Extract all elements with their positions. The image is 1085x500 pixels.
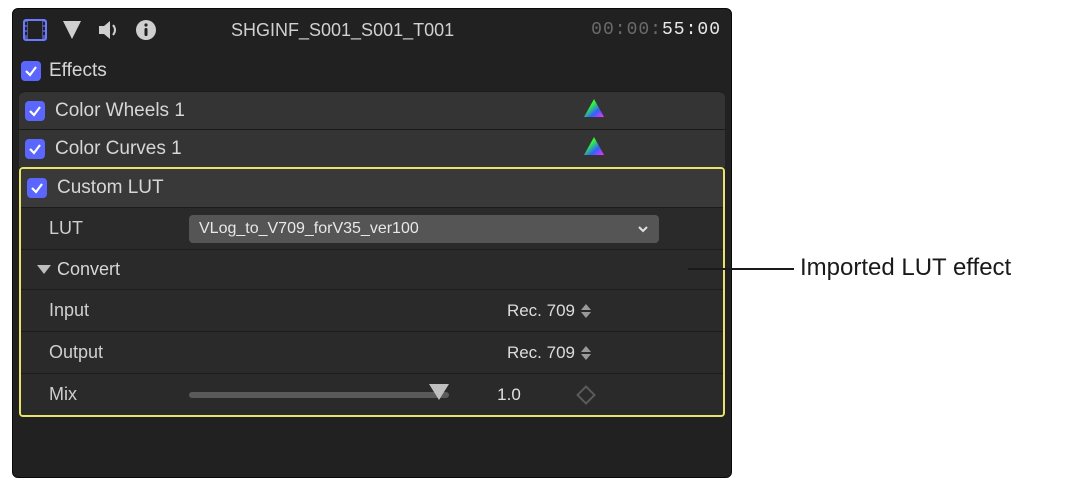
mix-value[interactable]: 1.0 bbox=[479, 385, 539, 405]
timecode: 00:00:55:00 bbox=[591, 20, 721, 40]
effect-enable-checkbox[interactable] bbox=[27, 178, 47, 198]
effect-enable-checkbox[interactable] bbox=[25, 101, 45, 121]
effect-row-color-wheels[interactable]: Color Wheels 1 bbox=[19, 91, 725, 129]
effects-enable-checkbox[interactable] bbox=[21, 61, 41, 81]
lut-select[interactable]: VLog_to_V709_forV35_ver100 bbox=[189, 215, 659, 243]
callout-text: Imported LUT effect bbox=[800, 254, 1011, 282]
info-icon[interactable] bbox=[135, 19, 157, 41]
keyframe-icon[interactable] bbox=[576, 385, 596, 405]
effect-enable-checkbox[interactable] bbox=[25, 139, 45, 159]
inspector-panel: SHGINF_S001_S001_T001 00:00:55:00 Effect… bbox=[12, 8, 732, 478]
effects-section-header: Effects bbox=[13, 51, 731, 91]
clip-name: SHGINF_S001_S001_T001 bbox=[231, 20, 454, 41]
lut-param-row: LUT VLog_to_V709_forV35_ver100 bbox=[21, 207, 723, 249]
input-value: Rec. 709 bbox=[507, 301, 575, 321]
callout-line bbox=[688, 268, 794, 270]
output-value-popup[interactable]: Rec. 709 bbox=[507, 343, 591, 363]
output-value: Rec. 709 bbox=[507, 343, 575, 363]
mix-label: Mix bbox=[49, 384, 189, 405]
lut-label: LUT bbox=[49, 218, 189, 239]
color-triangle-icon[interactable] bbox=[583, 136, 605, 161]
custom-lut-title: Custom LUT bbox=[57, 177, 164, 199]
stepper-icon bbox=[581, 346, 591, 360]
input-param-row: Input Rec. 709 bbox=[21, 289, 723, 331]
inspector-header: SHGINF_S001_S001_T001 00:00:55:00 bbox=[13, 9, 731, 51]
audio-icon[interactable] bbox=[97, 19, 121, 41]
video-icon[interactable] bbox=[23, 19, 47, 41]
chevron-down-icon bbox=[637, 223, 649, 235]
effect-label: Color Wheels 1 bbox=[55, 100, 185, 122]
input-label: Input bbox=[49, 300, 189, 321]
convert-header[interactable]: Convert bbox=[21, 249, 723, 289]
disclosure-triangle-icon[interactable] bbox=[37, 265, 51, 274]
mix-param-row: Mix 1.0 bbox=[21, 373, 723, 415]
effect-row-custom-lut[interactable]: Custom LUT bbox=[21, 169, 723, 207]
output-label: Output bbox=[49, 342, 189, 363]
effects-title-label: Effects bbox=[49, 60, 107, 82]
effect-row-color-curves[interactable]: Color Curves 1 bbox=[19, 129, 725, 167]
slider-thumb-icon[interactable] bbox=[429, 384, 449, 400]
color-tab-icon[interactable] bbox=[61, 19, 83, 41]
convert-label: Convert bbox=[57, 259, 120, 280]
mix-slider[interactable] bbox=[189, 392, 449, 398]
color-triangle-icon[interactable] bbox=[583, 98, 605, 123]
effect-label: Color Curves 1 bbox=[55, 138, 182, 160]
lut-select-value: VLog_to_V709_forV35_ver100 bbox=[199, 220, 419, 238]
input-value-popup[interactable]: Rec. 709 bbox=[507, 301, 591, 321]
stepper-icon bbox=[581, 304, 591, 318]
custom-lut-group: Custom LUT LUT VLog_to_V709_forV35_ver10… bbox=[19, 167, 725, 417]
output-param-row: Output Rec. 709 bbox=[21, 331, 723, 373]
